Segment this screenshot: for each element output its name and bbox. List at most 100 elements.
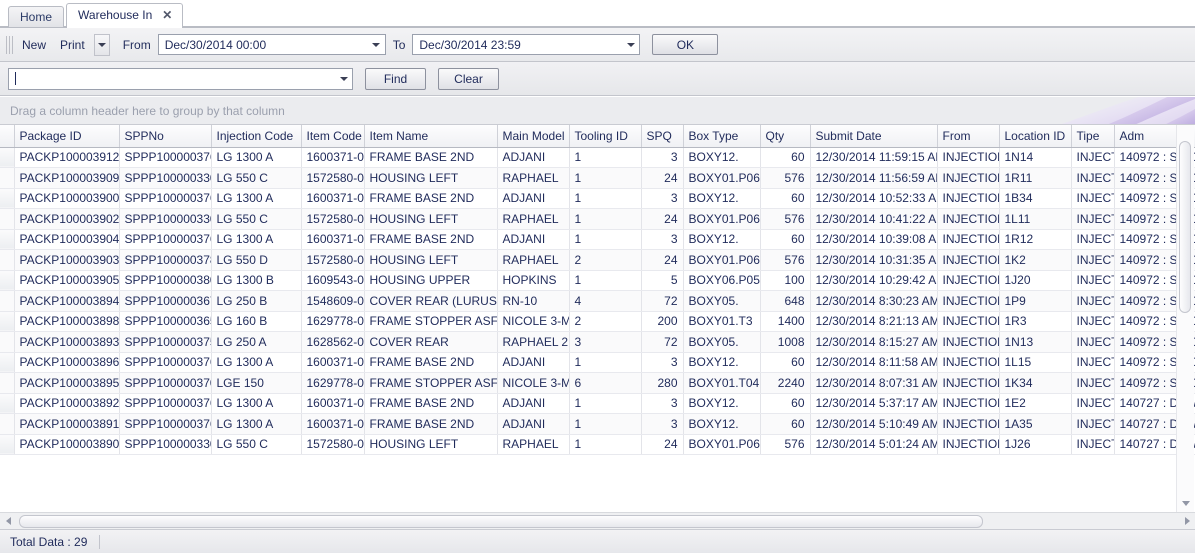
- column-header-spq[interactable]: SPQ: [641, 125, 684, 148]
- cell-package_id[interactable]: PACKP100003902: [14, 208, 120, 230]
- cell-item_code[interactable]: 1600371-02: [301, 188, 365, 209]
- cell-submit_date[interactable]: 12/30/2014 5:10:49 AM: [810, 413, 938, 435]
- cell-location_id[interactable]: 1R3: [999, 311, 1072, 332]
- cell-from[interactable]: INJECTION: [937, 167, 1000, 189]
- table-row[interactable]: PACKP100003890 SPPP100000330 LG 550 C 15725…: [0, 434, 1195, 455]
- cell-from[interactable]: INJECTION: [937, 434, 1000, 455]
- cell-tooling_id[interactable]: 1: [569, 393, 642, 414]
- cell-qty[interactable]: 1008: [760, 331, 811, 353]
- cell-main_model[interactable]: ADJANI: [497, 147, 570, 168]
- scroll-down-button[interactable]: [1177, 495, 1194, 512]
- cell-item_code[interactable]: 1572580-05: [301, 249, 365, 271]
- scroll-left-button[interactable]: [0, 513, 16, 530]
- cell-main_model[interactable]: RAPHAEL 2: [497, 331, 570, 353]
- row-selector[interactable]: [0, 372, 15, 394]
- cell-box_type[interactable]: BOXY05.: [683, 331, 761, 353]
- cell-from[interactable]: INJECTION: [937, 290, 1000, 312]
- cell-injection_code[interactable]: LG 1300 A: [211, 229, 302, 250]
- cell-qty[interactable]: 100: [760, 270, 811, 291]
- cell-sppno[interactable]: SPPP100000376: [119, 147, 212, 168]
- from-date-combo[interactable]: Dec/30/2014 00:00: [157, 34, 386, 55]
- cell-package_id[interactable]: PACKP100003909: [14, 167, 120, 189]
- cell-item_name[interactable]: FRAME BASE 2ND: [364, 147, 498, 168]
- cell-from[interactable]: INJECTION: [937, 249, 1000, 271]
- cell-injection_code[interactable]: LGE 150: [211, 372, 302, 394]
- cell-tooling_id[interactable]: 1: [569, 352, 642, 373]
- cell-sppno[interactable]: SPPP100000376: [119, 352, 212, 373]
- cell-tooling_id[interactable]: 1: [569, 147, 642, 168]
- cell-injection_code[interactable]: LG 550 C: [211, 167, 302, 189]
- cell-submit_date[interactable]: 12/30/2014 8:21:13 AM: [810, 311, 938, 332]
- clear-button[interactable]: Clear: [438, 67, 499, 90]
- cell-submit_date[interactable]: 12/30/2014 8:30:23 AM: [810, 290, 938, 312]
- cell-spq[interactable]: 3: [641, 188, 684, 209]
- cell-tooling_id[interactable]: 3: [569, 331, 642, 353]
- table-row[interactable]: PACKP100003892 SPPP100000376 LG 1300 A 1600…: [0, 393, 1195, 414]
- cell-location_id[interactable]: 1B34: [999, 188, 1072, 209]
- cell-injection_code[interactable]: LG 550 C: [211, 434, 302, 455]
- cell-submit_date[interactable]: 12/30/2014 8:15:27 AM: [810, 331, 938, 353]
- cell-package_id[interactable]: PACKP100003900: [14, 188, 120, 209]
- column-header-main-model[interactable]: Main Model: [497, 125, 570, 148]
- cell-location_id[interactable]: 1N14: [999, 147, 1072, 168]
- table-row[interactable]: PACKP100003896 SPPP100000376 LG 1300 A 1600…: [0, 352, 1195, 373]
- cell-tipe[interactable]: INJECT: [1071, 188, 1115, 209]
- cell-qty[interactable]: 60: [760, 147, 811, 168]
- cell-injection_code[interactable]: LG 250 A: [211, 331, 302, 353]
- cell-from[interactable]: INJECTION: [937, 270, 1000, 291]
- cell-sppno[interactable]: SPPP100000380: [119, 270, 212, 291]
- table-row[interactable]: PACKP100003891 SPPP100000376 LG 1300 A 1600…: [0, 413, 1195, 435]
- cell-tipe[interactable]: INJECT: [1071, 311, 1115, 332]
- row-selector[interactable]: [0, 434, 15, 455]
- cell-main_model[interactable]: ADJANI: [497, 413, 570, 435]
- cell-item_name[interactable]: FRAME BASE 2ND: [364, 188, 498, 209]
- cell-spq[interactable]: 24: [641, 434, 684, 455]
- cell-tipe[interactable]: INJECT: [1071, 229, 1115, 250]
- cell-box_type[interactable]: BOXY12.: [683, 393, 761, 414]
- cell-sppno[interactable]: SPPP100000330: [119, 434, 212, 455]
- cell-box_type[interactable]: BOXY12.: [683, 229, 761, 250]
- cell-submit_date[interactable]: 12/30/2014 5:37:17 AM: [810, 393, 938, 414]
- cell-tooling_id[interactable]: 6: [569, 372, 642, 394]
- to-date-dropdown-button[interactable]: [622, 35, 639, 54]
- cell-from[interactable]: INJECTION: [937, 229, 1000, 250]
- cell-tooling_id[interactable]: 1: [569, 167, 642, 189]
- vertical-scrollbar-thumb[interactable]: [1179, 141, 1191, 313]
- cell-item_code[interactable]: 1572580-05: [301, 208, 365, 230]
- cell-tooling_id[interactable]: 1: [569, 413, 642, 435]
- cell-tipe[interactable]: INJECT: [1071, 434, 1115, 455]
- cell-sppno[interactable]: SPPP100000376: [119, 188, 212, 209]
- cell-package_id[interactable]: PACKP100003894: [14, 290, 120, 312]
- cell-box_type[interactable]: BOXY01.P06: [683, 434, 761, 455]
- cell-box_type[interactable]: BOXY12.: [683, 413, 761, 435]
- cell-submit_date[interactable]: 12/30/2014 10:41:22 AM: [810, 208, 938, 230]
- cell-qty[interactable]: 576: [760, 167, 811, 189]
- cell-item_name[interactable]: HOUSING LEFT: [364, 167, 498, 189]
- cell-package_id[interactable]: PACKP100003898: [14, 311, 120, 332]
- cell-qty[interactable]: 576: [760, 434, 811, 455]
- cell-injection_code[interactable]: LG 1300 A: [211, 413, 302, 435]
- cell-injection_code[interactable]: LG 550 D: [211, 249, 302, 271]
- cell-sppno[interactable]: SPPP100000370: [119, 372, 212, 394]
- table-row[interactable]: PACKP100003900 SPPP100000376 LG 1300 A 1600…: [0, 188, 1195, 209]
- column-header-qty[interactable]: Qty: [760, 125, 811, 148]
- cell-from[interactable]: INJECTION: [937, 372, 1000, 394]
- column-header-sppno[interactable]: SPPNo: [119, 125, 212, 148]
- cell-spq[interactable]: 5: [641, 270, 684, 291]
- cell-qty[interactable]: 2240: [760, 372, 811, 394]
- cell-submit_date[interactable]: 12/30/2014 10:52:33 AM: [810, 188, 938, 209]
- cell-tipe[interactable]: INJECT: [1071, 413, 1115, 435]
- horizontal-scrollbar-track[interactable]: [16, 514, 1179, 528]
- tab-home[interactable]: Home: [8, 6, 65, 27]
- cell-tipe[interactable]: INJECT: [1071, 167, 1115, 189]
- cell-sppno[interactable]: SPPP100000378: [119, 249, 212, 271]
- cell-sppno[interactable]: SPPP100000330: [119, 208, 212, 230]
- tab-warehouse-in[interactable]: Warehouse In ✕: [66, 3, 184, 28]
- cell-injection_code[interactable]: LG 1300 A: [211, 147, 302, 168]
- cell-item_name[interactable]: FRAME BASE 2ND: [364, 229, 498, 250]
- row-selector[interactable]: [0, 229, 15, 250]
- cell-item_name[interactable]: COVER REAR: [364, 331, 498, 353]
- cell-spq[interactable]: 3: [641, 352, 684, 373]
- cell-submit_date[interactable]: 12/30/2014 5:01:24 AM: [810, 434, 938, 455]
- column-header-from[interactable]: From: [937, 125, 1000, 148]
